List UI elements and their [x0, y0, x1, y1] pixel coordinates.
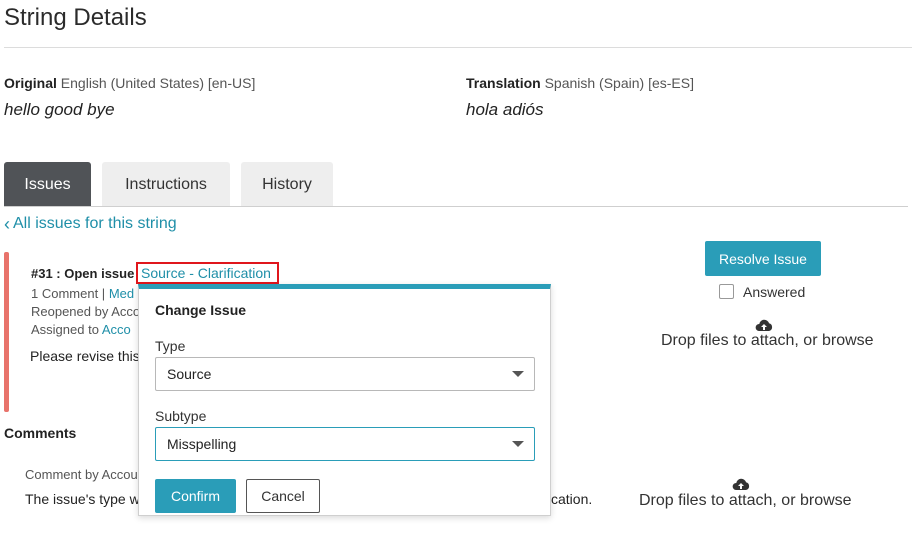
cloud-upload-icon — [755, 319, 773, 331]
issue-status-bar — [4, 252, 9, 412]
answered-checkbox[interactable] — [719, 284, 734, 299]
comment-text: The issue's type w — [25, 491, 140, 507]
translation-label: Translation — [466, 75, 541, 91]
subtype-select-value: Misspelling — [167, 436, 237, 452]
cloud-upload-icon — [732, 478, 750, 490]
resolve-issue-button[interactable]: Resolve Issue — [705, 241, 821, 276]
drop-files-area[interactable]: Drop files to attach, or browse — [661, 332, 874, 350]
comment-count: 1 Comment | — [31, 286, 106, 301]
tab-divider — [4, 206, 908, 207]
subtype-select[interactable]: Misspelling — [155, 427, 535, 461]
issue-reopened-by: Reopened by Acco — [31, 304, 141, 319]
type-select-value: Source — [167, 366, 212, 382]
issue-title: #31 : Open issue — [31, 266, 135, 281]
cancel-button[interactable]: Cancel — [246, 479, 320, 513]
issue-comment-count: 1 Comment | Med — [31, 286, 134, 301]
issue-body: Please revise this — [30, 348, 140, 364]
original-language: English (United States) [en-US] — [60, 75, 256, 91]
change-issue-popover: Change Issue Type Source Subtype Misspel… — [138, 284, 551, 516]
translation-language-label: Translation Spanish (Spain) [es-ES] — [466, 75, 694, 91]
chevron-down-icon — [512, 371, 524, 377]
issue-subtype-link[interactable]: Source - Clarification — [136, 262, 279, 284]
original-text: hello good bye — [4, 100, 115, 119]
issue-assigned-to: Assigned to Acco — [31, 322, 131, 337]
comment-author: Comment by Accou — [25, 467, 138, 482]
chevron-left-icon: ‹ — [4, 214, 10, 234]
change-issue-title: Change Issue — [155, 302, 247, 318]
all-issues-link-label: All issues for this string — [13, 215, 177, 232]
type-select[interactable]: Source — [155, 357, 535, 391]
page-title: String Details — [4, 4, 147, 31]
tab-history[interactable]: History — [241, 162, 333, 207]
original-label: Original — [4, 75, 57, 91]
assigned-to-label: Assigned to — [31, 322, 99, 337]
confirm-button[interactable]: Confirm — [155, 479, 236, 513]
chevron-down-icon — [512, 441, 524, 447]
tab-issues[interactable]: Issues — [4, 162, 91, 207]
translation-language: Spanish (Spain) [es-ES] — [544, 75, 694, 91]
comments-heading: Comments — [4, 425, 77, 441]
all-issues-link[interactable]: ‹ All issues for this string — [4, 215, 177, 233]
assigned-to-link[interactable]: Acco — [102, 322, 131, 337]
comment-drop-files-area[interactable]: Drop files to attach, or browse — [639, 492, 852, 510]
subtype-label: Subtype — [155, 408, 207, 424]
header-divider — [4, 47, 912, 48]
type-label: Type — [155, 338, 186, 354]
tab-instructions[interactable]: Instructions — [102, 162, 230, 207]
issue-meta-link[interactable]: Med — [109, 286, 134, 301]
translation-text: hola adiós — [466, 100, 544, 119]
answered-label: Answered — [743, 284, 806, 300]
original-language-label: Original English (United States) [en-US] — [4, 75, 255, 91]
comment-text-end: cation. — [551, 491, 593, 507]
